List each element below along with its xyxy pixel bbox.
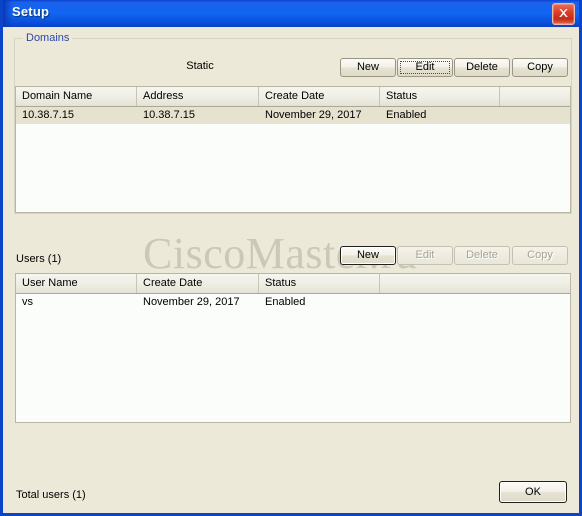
total-users-label: Total users (1) xyxy=(16,489,86,501)
users-cell-user-name: vs xyxy=(22,296,33,308)
users-col-user-name[interactable]: User Name xyxy=(16,274,137,293)
domains-cell-status: Enabled xyxy=(386,109,427,121)
users-new-button[interactable]: New xyxy=(340,246,396,265)
domains-copy-button[interactable]: Copy xyxy=(512,58,568,77)
close-icon xyxy=(559,9,568,17)
domains-col-filler[interactable] xyxy=(500,87,570,106)
users-count-label: Users (1) xyxy=(16,253,62,265)
domains-new-button[interactable]: New xyxy=(340,58,396,77)
ok-button[interactable]: OK xyxy=(499,481,567,503)
table-row[interactable]: vs November 29, 2017 Enabled xyxy=(16,294,570,311)
users-table-header: User Name Create Date Status xyxy=(16,274,570,294)
domains-col-domain-name[interactable]: Domain Name xyxy=(16,87,137,106)
users-copy-button: Copy xyxy=(512,246,568,265)
domains-listview[interactable]: Domain Name Address Create Date Status 1… xyxy=(15,86,571,213)
domains-cell-domain-name: 10.38.7.15 xyxy=(22,109,74,121)
domains-table-header: Domain Name Address Create Date Status xyxy=(16,87,570,107)
title-bar[interactable]: Setup xyxy=(3,0,579,27)
domains-col-create-date[interactable]: Create Date xyxy=(259,87,380,106)
users-col-filler[interactable] xyxy=(380,274,570,293)
users-cell-status: Enabled xyxy=(265,296,306,308)
domains-col-address[interactable]: Address xyxy=(137,87,259,106)
domains-group-legend: Domains xyxy=(23,32,73,44)
domains-cell-create-date: November 29, 2017 xyxy=(265,109,362,121)
domains-cell-address: 10.38.7.15 xyxy=(143,109,195,121)
setup-dialog-window: Setup Domains Static New Edit Delete Cop… xyxy=(0,0,582,516)
users-listview[interactable]: User Name Create Date Status vs November… xyxy=(15,273,571,423)
users-cell-create-date: November 29, 2017 xyxy=(143,296,240,308)
window-title: Setup xyxy=(12,4,50,19)
close-button[interactable] xyxy=(552,3,575,25)
table-row[interactable]: 10.38.7.15 10.38.7.15 November 29, 2017 … xyxy=(16,107,570,124)
users-col-create-date[interactable]: Create Date xyxy=(137,274,259,293)
domains-delete-button[interactable]: Delete xyxy=(454,58,510,77)
users-col-status[interactable]: Status xyxy=(259,274,380,293)
users-delete-button: Delete xyxy=(454,246,510,265)
users-edit-button: Edit xyxy=(397,246,453,265)
domains-edit-button[interactable]: Edit xyxy=(397,58,453,77)
domains-static-label: Static xyxy=(186,60,214,72)
domains-col-status[interactable]: Status xyxy=(380,87,500,106)
